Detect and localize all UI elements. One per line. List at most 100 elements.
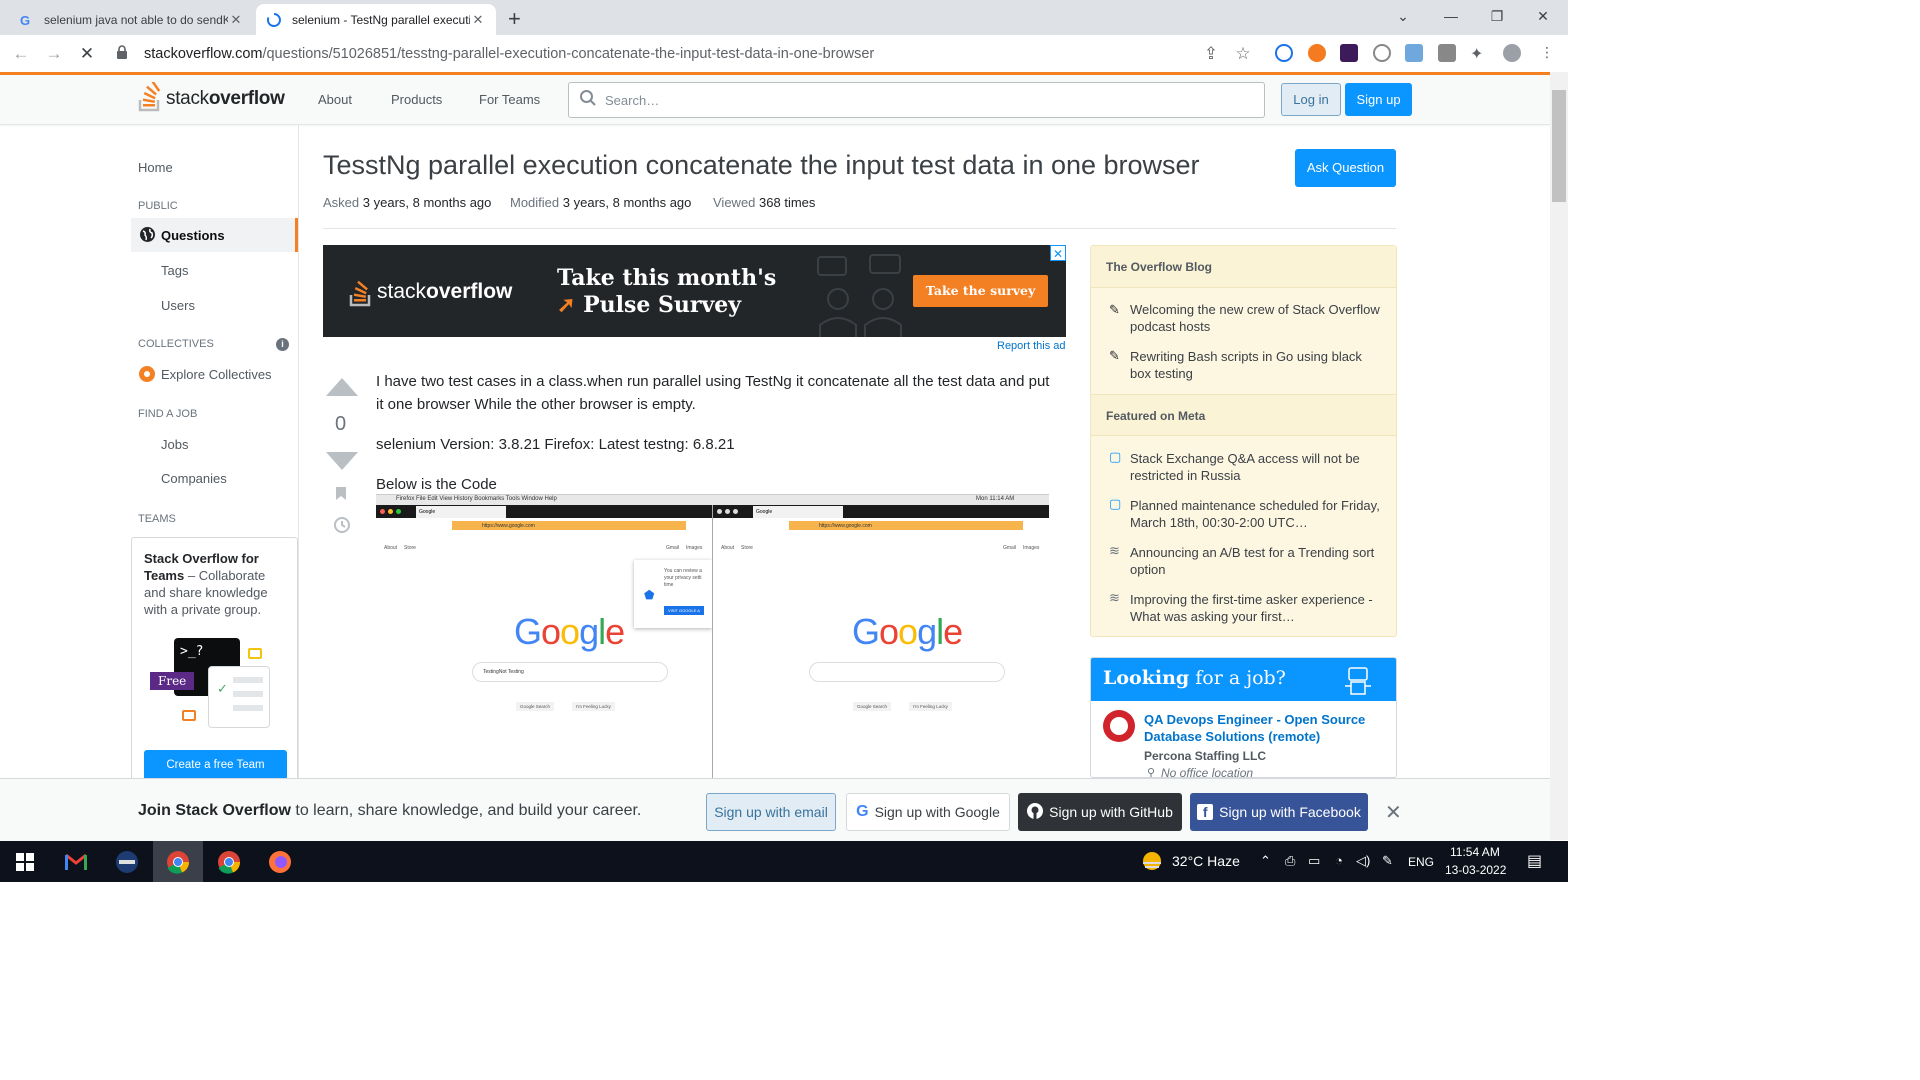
tab-title: selenium - TestNg parallel execution <box>292 12 470 27</box>
upvote-icon[interactable] <box>326 378 358 401</box>
meta-link[interactable]: Improving the first-time asker experienc… <box>1130 591 1380 625</box>
sidebar-item-explore-collectives[interactable]: Explore Collectives <box>161 367 272 382</box>
overflow-blog-widget: The Overflow Blog ✎ Welcoming the new cr… <box>1090 245 1397 637</box>
login-button[interactable]: Log in <box>1281 83 1341 116</box>
info-icon[interactable]: i <box>276 338 289 351</box>
tray-chevron-icon[interactable]: ⌃ <box>1260 853 1271 869</box>
question-title[interactable]: TesstNg parallel execution concatenate t… <box>323 150 1200 181</box>
sidebar-item-companies[interactable]: Companies <box>161 471 227 486</box>
checklist-illustration: ✓ <box>208 666 270 728</box>
address-bar[interactable]: stackoverflow.com/questions/51026851/tes… <box>108 39 1268 69</box>
history-icon[interactable] <box>332 515 351 539</box>
extension-icon[interactable] <box>1373 44 1391 62</box>
chrome-icon[interactable] <box>153 841 203 882</box>
close-tab-icon[interactable]: ✕ <box>470 12 486 28</box>
asked-label: Asked 3 years, 8 months ago <box>323 195 492 210</box>
tray-icon[interactable]: ✎ <box>1382 853 1393 869</box>
downvote-icon[interactable] <box>326 452 358 475</box>
sidebar-item-users[interactable]: Users <box>161 298 195 313</box>
nav-for-teams[interactable]: For Teams <box>479 92 540 107</box>
browser-tab[interactable]: G selenium java not able to do sendKeys … <box>8 4 254 35</box>
blog-link[interactable]: Welcoming the new crew of Stack Overflow… <box>1130 301 1380 335</box>
tab-search-icon[interactable]: ⌄ <box>1380 0 1426 35</box>
company-logo[interactable] <box>1103 710 1135 742</box>
nav-products[interactable]: Products <box>391 92 442 107</box>
menu-kebab-icon[interactable]: ⋮ <box>1540 44 1558 62</box>
chat-bubble-icon <box>248 648 262 659</box>
speaker-icon[interactable]: ◁) <box>1356 853 1370 869</box>
gmail-icon[interactable] <box>51 841 101 882</box>
battery-icon[interactable]: ▭ <box>1308 853 1320 869</box>
close-tab-icon[interactable]: ✕ <box>228 12 244 28</box>
ad-close-icon[interactable]: ✕ <box>1050 245 1066 261</box>
question-screenshot-image[interactable]: Firefox File Edit View History Bookmarks… <box>376 494 1049 778</box>
back-icon[interactable]: ← <box>10 43 32 65</box>
profile-avatar[interactable] <box>1503 44 1521 62</box>
ad-banner[interactable]: stack overflow Take this month's ➚ Pulse … <box>323 245 1066 337</box>
clock-time[interactable]: 11:54 AM <box>1450 845 1500 859</box>
new-tab-button[interactable]: + <box>508 6 521 32</box>
chrome-icon[interactable] <box>204 841 254 882</box>
facebook-icon: f <box>1197 804 1214 820</box>
github-icon <box>1027 802 1044 822</box>
close-banner-icon[interactable]: ✕ <box>1385 800 1402 825</box>
signup-email-button[interactable]: Sign up with email <box>706 793 836 831</box>
report-ad-link[interactable]: Report this ad <box>997 340 1065 352</box>
browser-tab-active[interactable]: selenium - TestNg parallel execution ✕ <box>256 4 496 35</box>
google-logo: Google <box>514 611 625 652</box>
window-close-icon[interactable]: ✕ <box>1520 0 1566 35</box>
free-badge: Free <box>150 672 195 690</box>
create-team-button[interactable]: Create a free Team <box>144 750 287 780</box>
sidebar-item-questions[interactable]: Questions <box>131 218 298 252</box>
meta-link[interactable]: Planned maintenance scheduled for Friday… <box>1130 497 1380 531</box>
loading-spinner-icon <box>266 12 282 28</box>
extension-icon[interactable] <box>1308 44 1326 62</box>
share-icon[interactable]: ⇪ <box>1200 43 1222 65</box>
sidebar-item-tags[interactable]: Tags <box>161 263 188 278</box>
blog-link[interactable]: Rewriting Bash scripts in Go using black… <box>1130 348 1380 382</box>
puzzle-icon[interactable]: ✦ <box>1470 44 1488 63</box>
ask-question-button[interactable]: Ask Question <box>1295 149 1396 187</box>
scrollbar-thumb[interactable] <box>1552 90 1566 202</box>
mac-menubar: Firefox File Edit View History Bookmarks… <box>376 495 1049 505</box>
stop-loading-icon[interactable]: ✕ <box>76 43 98 65</box>
extension-icon[interactable] <box>1438 44 1456 62</box>
bookmark-star-icon[interactable]: ☆ <box>1232 43 1254 65</box>
sidebar-item-home[interactable]: Home <box>138 160 173 175</box>
forward-icon[interactable]: → <box>43 43 65 65</box>
firefox-icon[interactable] <box>255 841 305 882</box>
sidebar-section-public: PUBLIC <box>138 200 178 212</box>
signup-google-button[interactable]: G Sign up with Google <box>846 793 1010 831</box>
maximize-icon[interactable]: ❐ <box>1474 0 1520 35</box>
minimize-icon[interactable]: — <box>1428 0 1474 35</box>
wifi-icon[interactable]: ◔ <box>1335 853 1343 868</box>
speech-bubble-icon: ▢ <box>1109 449 1122 464</box>
clock-date[interactable]: 13-03-2022 <box>1445 863 1506 877</box>
job-title-link[interactable]: QA Devops Engineer - Open Source Databas… <box>1144 711 1384 745</box>
weather-text[interactable]: 32°C Haze <box>1172 853 1240 869</box>
take-survey-button[interactable]: Take the survey <box>913 275 1048 307</box>
extension-icon[interactable] <box>1275 44 1293 62</box>
extension-icon[interactable] <box>1340 44 1358 62</box>
stackoverflow-logo[interactable]: stackoverflow <box>138 80 285 115</box>
meta-link[interactable]: Stack Exchange Q&A access will not be re… <box>1130 450 1380 484</box>
asked-value: 3 years, 8 months ago <box>362 195 492 210</box>
windows-start-icon[interactable] <box>0 841 50 882</box>
nav-about[interactable]: About <box>318 92 352 107</box>
sidebar-item-jobs[interactable]: Jobs <box>161 437 188 452</box>
signup-github-button[interactable]: Sign up with GitHub <box>1018 793 1182 831</box>
search-input[interactable]: Search… <box>568 82 1265 118</box>
meta-link[interactable]: Announcing an A/B test for a Trending so… <box>1130 544 1380 578</box>
vote-count: 0 <box>335 413 347 435</box>
blog-header: The Overflow Blog <box>1091 246 1396 288</box>
question-paragraph: I have two test cases in a class.when ru… <box>376 373 1050 413</box>
signup-button[interactable]: Sign up <box>1345 83 1412 116</box>
app-icon[interactable] <box>102 841 152 882</box>
extension-icon[interactable] <box>1405 44 1423 62</box>
language-indicator[interactable]: ENG <box>1408 855 1434 869</box>
tray-icon[interactable]: ⎙ <box>1285 853 1295 869</box>
globe-icon <box>139 226 156 248</box>
signup-facebook-button[interactable]: f Sign up with Facebook <box>1190 793 1368 831</box>
notification-icon[interactable]: ▤ <box>1527 851 1542 871</box>
bookmark-icon[interactable] <box>335 486 347 506</box>
